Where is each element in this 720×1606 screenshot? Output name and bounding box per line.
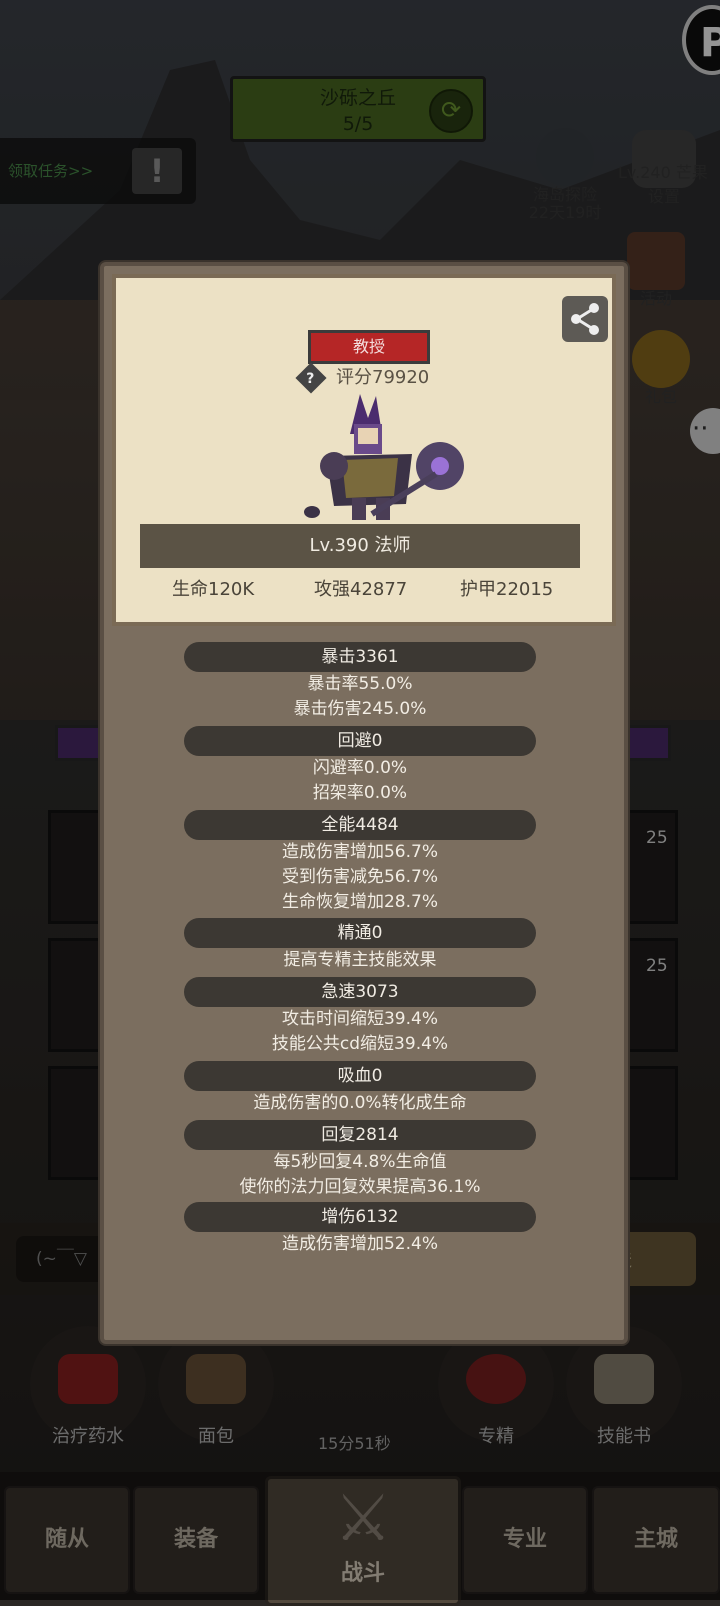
stat-detail: 暴击率55.0% [307,674,413,694]
character-stats-panel: 教授 ? 评分79920 Lv.390 法师 生命120K 攻强42877 护甲2… [100,262,628,1344]
stat-header-avoidance: 回避0 [184,726,536,756]
stat-detail: 技能公共cd缩短39.4% [271,1034,449,1054]
attack-stat: 攻强42877 [314,579,408,600]
score-text: 评分79920 [336,367,430,388]
rank-badge: 教授 [308,330,430,364]
stat-detail: 使你的法力回复效果提高36.1% [239,1177,481,1197]
character-card: 教授 ? 评分79920 Lv.390 法师 生命120K 攻强42877 护甲2… [112,274,616,626]
character-portrait [304,394,464,520]
hp-stat: 生命120K [172,579,255,600]
stat-detail: 攻击时间缩短39.4% [281,1009,438,1029]
stat-header-damage-bonus: 增伤6132 [184,1202,536,1232]
stat-detail: 闪避率0.0% [312,758,408,778]
stat-detail: 造成伤害的0.0%转化成生命 [253,1093,467,1113]
stat-detail: 提高专精主技能效果 [283,950,437,970]
stat-header-versatility: 全能4484 [184,810,536,840]
stat-detail: 每5秒回复4.8%生命值 [273,1152,447,1172]
stat-header-crit: 暴击3361 [184,642,536,672]
stat-header-lifesteal: 吸血0 [184,1061,536,1091]
help-icon[interactable]: ? [295,362,327,394]
share-button[interactable] [562,296,608,342]
level-class-bar: Lv.390 法师 [140,524,580,568]
stat-header-haste: 急速3073 [184,977,536,1007]
stat-header-regen: 回复2814 [184,1120,536,1150]
score-row: ? 评分79920 [295,362,430,394]
armor-stat: 护甲22015 [460,579,554,600]
stat-detail: 造成伤害增加52.4% [281,1234,438,1254]
stat-detail: 招架率0.0% [312,783,408,803]
stat-detail: 受到伤害减免56.7% [281,867,438,887]
share-icon [571,303,599,335]
stat-detail: 造成伤害增加56.7% [281,842,438,862]
stat-detail: 生命恢复增加28.7% [281,892,438,912]
stat-header-mastery: 精通0 [184,918,536,948]
stat-detail: 暴击伤害245.0% [293,699,427,719]
primary-stats: 生命120K 攻强42877 护甲22015 [116,575,612,605]
